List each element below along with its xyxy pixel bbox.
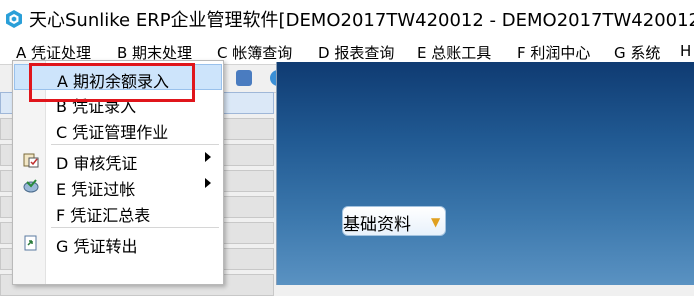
submenu-arrow-icon <box>205 178 211 188</box>
menu-item-label: G 凭证转出 <box>56 237 138 256</box>
menu-separator <box>51 227 219 228</box>
post-icon <box>23 179 39 193</box>
basic-data-button[interactable]: 基础资料 ▼ <box>342 206 446 236</box>
menu-item-voucher-export[interactable]: G 凭证转出 <box>14 230 222 256</box>
chevron-down-icon: ▼ <box>431 215 441 229</box>
menu-system[interactable]: G 系统 <box>614 42 660 63</box>
menu-item-post-voucher[interactable]: E 凭证过帐 <box>14 173 222 199</box>
menu-item-voucher-management[interactable]: C 凭证管理作业 <box>14 116 222 142</box>
export-icon <box>24 235 37 251</box>
menu-ledger-query[interactable]: C 帐簿查询 <box>217 42 292 63</box>
menu-item-label: E 凭证过帐 <box>56 180 136 199</box>
menu-report-query[interactable]: D 报表查询 <box>318 42 394 63</box>
menu-item-label: F 凭证汇总表 <box>56 206 151 225</box>
menu-profit-center[interactable]: F 利润中心 <box>517 42 590 63</box>
menu-h[interactable]: H <box>680 42 691 60</box>
menu-item-label: D 审核凭证 <box>56 154 138 173</box>
basic-data-label: 基础资料 <box>343 215 411 235</box>
menu-gl-tools[interactable]: E 总账工具 <box>417 42 491 63</box>
app-logo-icon <box>6 10 22 28</box>
menu-item-voucher-summary[interactable]: F 凭证汇总表 <box>14 199 222 225</box>
menu-item-label: C 凭证管理作业 <box>56 123 169 142</box>
submenu-arrow-icon <box>205 152 211 162</box>
menu-item-audit-voucher[interactable]: D 审核凭证 <box>14 147 222 173</box>
title-bar: 天心Sunlike ERP企业管理软件[DEMO2017TW420012 - D… <box>0 0 694 38</box>
window-title: 天心Sunlike ERP企业管理软件[DEMO2017TW420012 - D… <box>29 10 694 31</box>
menu-separator <box>51 144 219 145</box>
audit-icon <box>23 153 39 168</box>
toolbar-window-icon[interactable] <box>236 70 252 86</box>
highlight-box <box>29 63 195 102</box>
main-workspace: 基础资料 ▼ <box>276 62 694 285</box>
